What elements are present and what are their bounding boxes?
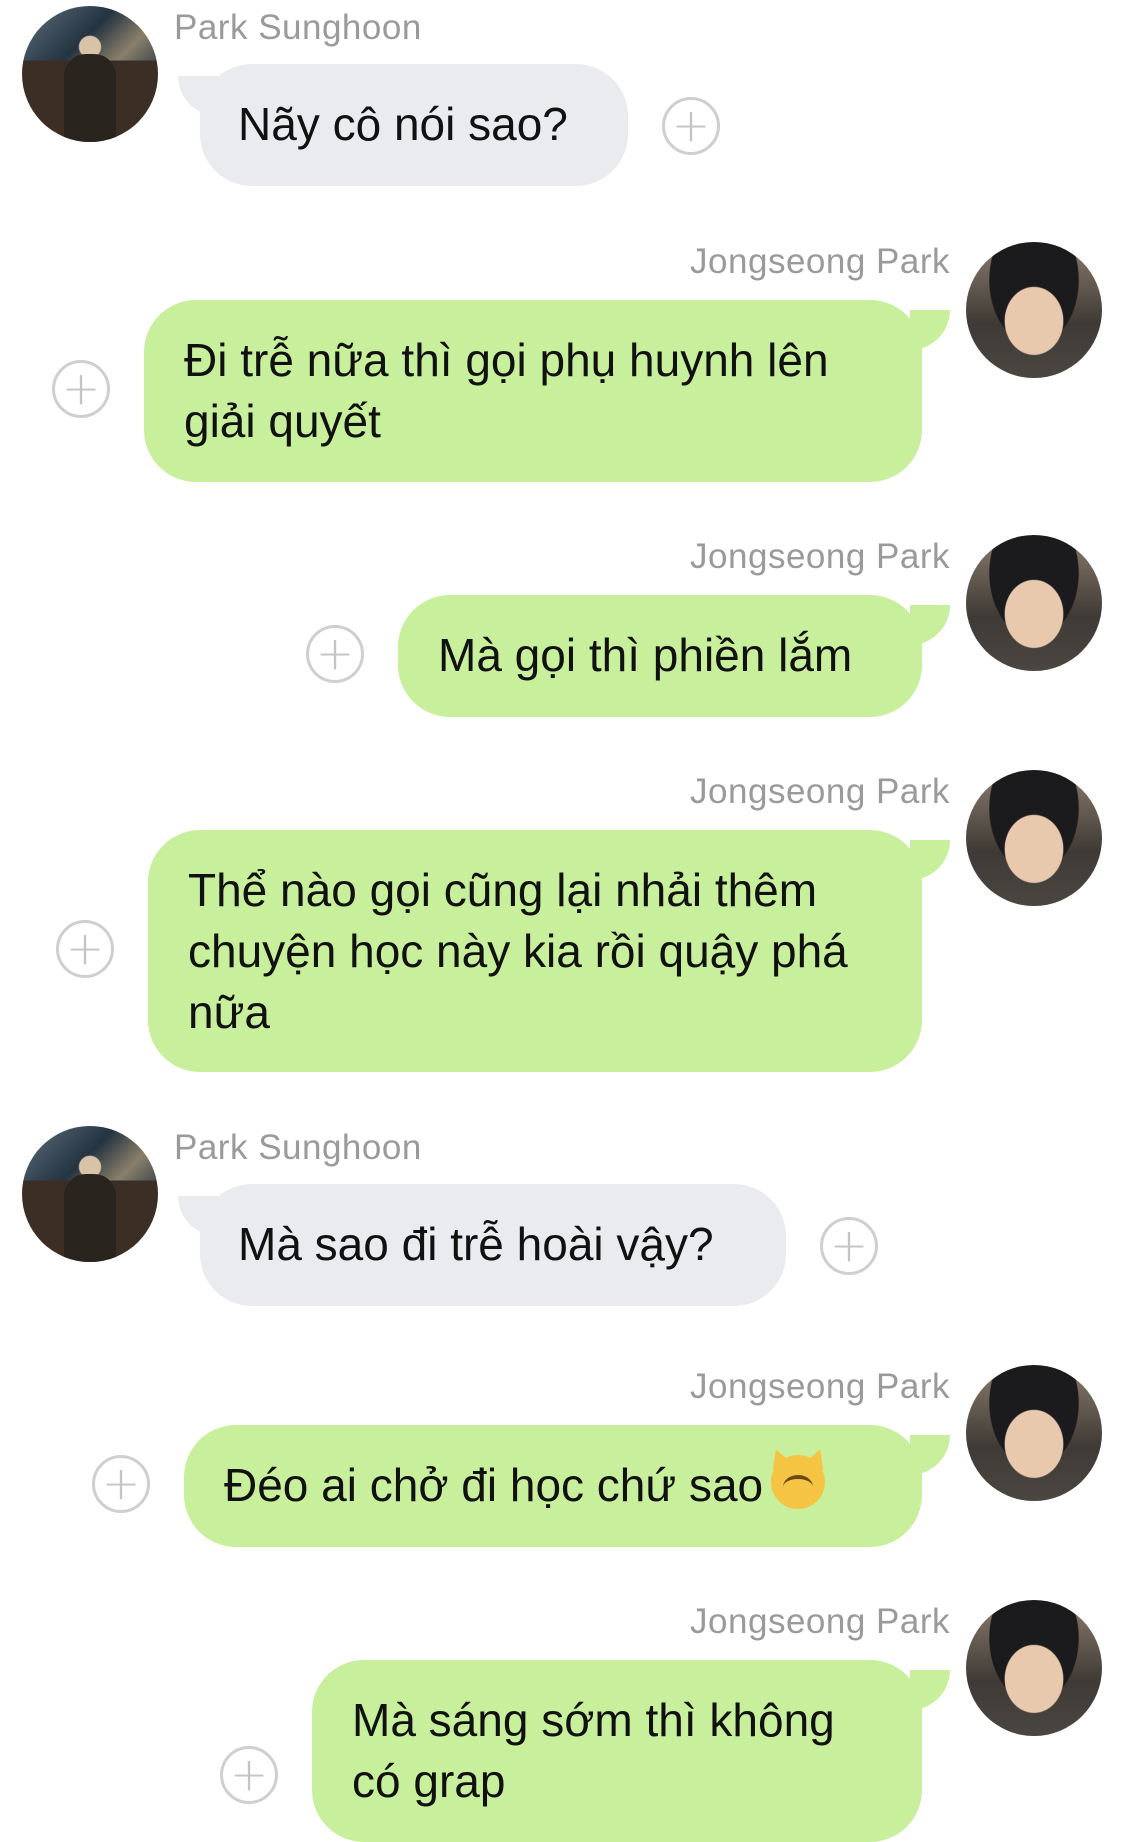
- message-row: Park Sunghoon Mà sao đi trễ hoài vậy? +: [0, 1120, 1125, 1320]
- message-text: Đéo ai chở đi học chứ sao: [224, 1455, 882, 1516]
- avatar-jongseong-park[interactable]: [966, 242, 1102, 378]
- message-text: Mà sao đi trễ hoài vậy?: [238, 1218, 714, 1270]
- bubble-tail: [910, 310, 950, 350]
- message-row: Jongseong Park + Đi trễ nữa thì gọi phụ …: [0, 220, 1125, 490]
- message-text: Mà sáng sớm thì không có grap: [352, 1694, 835, 1807]
- plus-circle-icon[interactable]: +: [220, 1746, 278, 1804]
- message-bubble[interactable]: Thể nào gọi cũng lại nhải thêm chuyện họ…: [148, 830, 922, 1072]
- avatar-jongseong-park[interactable]: [966, 1600, 1102, 1736]
- plus-circle-icon[interactable]: +: [92, 1455, 150, 1513]
- message-bubble[interactable]: Nãy cô nói sao?: [200, 64, 628, 186]
- message-bubble[interactable]: Đi trễ nữa thì gọi phụ huynh lên giải qu…: [144, 300, 922, 482]
- sender-name: Park Sunghoon: [174, 8, 422, 47]
- sender-name: Jongseong Park: [690, 1367, 950, 1406]
- message-row: Jongseong Park + Mà sáng sớm thì không c…: [0, 1580, 1125, 1842]
- plus-circle-icon[interactable]: +: [820, 1217, 878, 1275]
- message-bubble[interactable]: Đéo ai chở đi học chứ sao: [184, 1425, 922, 1547]
- bubble-tail: [910, 1435, 950, 1475]
- avatar-park-sunghoon[interactable]: [22, 1126, 158, 1262]
- message-text-content: Đéo ai chở đi học chứ sao: [224, 1459, 764, 1511]
- plus-circle-icon[interactable]: +: [56, 920, 114, 978]
- message-bubble[interactable]: Mà gọi thì phiền lắm: [398, 595, 922, 717]
- avatar-park-sunghoon[interactable]: [22, 6, 158, 142]
- sender-name: Jongseong Park: [690, 537, 950, 576]
- sender-name: Jongseong Park: [690, 1602, 950, 1641]
- message-row: Jongseong Park + Mà gọi thì phiền lắm: [0, 515, 1125, 725]
- avatar-jongseong-park[interactable]: [966, 535, 1102, 671]
- avatar-jongseong-park[interactable]: [966, 1365, 1102, 1501]
- angry-cat-emoji-icon: [771, 1455, 826, 1509]
- message-row: Jongseong Park + Đéo ai chở đi học chứ s…: [0, 1345, 1125, 1555]
- sender-name: Jongseong Park: [690, 772, 950, 811]
- message-bubble[interactable]: Mà sáng sớm thì không có grap: [312, 1660, 922, 1842]
- bubble-tail: [910, 605, 950, 645]
- bubble-tail: [910, 840, 950, 880]
- sender-name: Jongseong Park: [690, 242, 950, 281]
- message-text: Đi trễ nữa thì gọi phụ huynh lên giải qu…: [184, 334, 829, 447]
- plus-circle-icon[interactable]: +: [306, 625, 364, 683]
- message-bubble[interactable]: Mà sao đi trễ hoài vậy?: [200, 1184, 786, 1306]
- plus-circle-icon[interactable]: +: [662, 97, 720, 155]
- message-text: Mà gọi thì phiền lắm: [438, 629, 853, 681]
- message-row: Jongseong Park + Thể nào gọi cũng lại nh…: [0, 750, 1125, 1080]
- bubble-tail: [910, 1670, 950, 1710]
- message-text: Nãy cô nói sao?: [238, 98, 568, 150]
- plus-circle-icon[interactable]: +: [52, 360, 110, 418]
- message-text: Thể nào gọi cũng lại nhải thêm chuyện họ…: [188, 864, 848, 1038]
- avatar-jongseong-park[interactable]: [966, 770, 1102, 906]
- sender-name: Park Sunghoon: [174, 1128, 422, 1167]
- message-row: Park Sunghoon Nãy cô nói sao? +: [0, 0, 1125, 190]
